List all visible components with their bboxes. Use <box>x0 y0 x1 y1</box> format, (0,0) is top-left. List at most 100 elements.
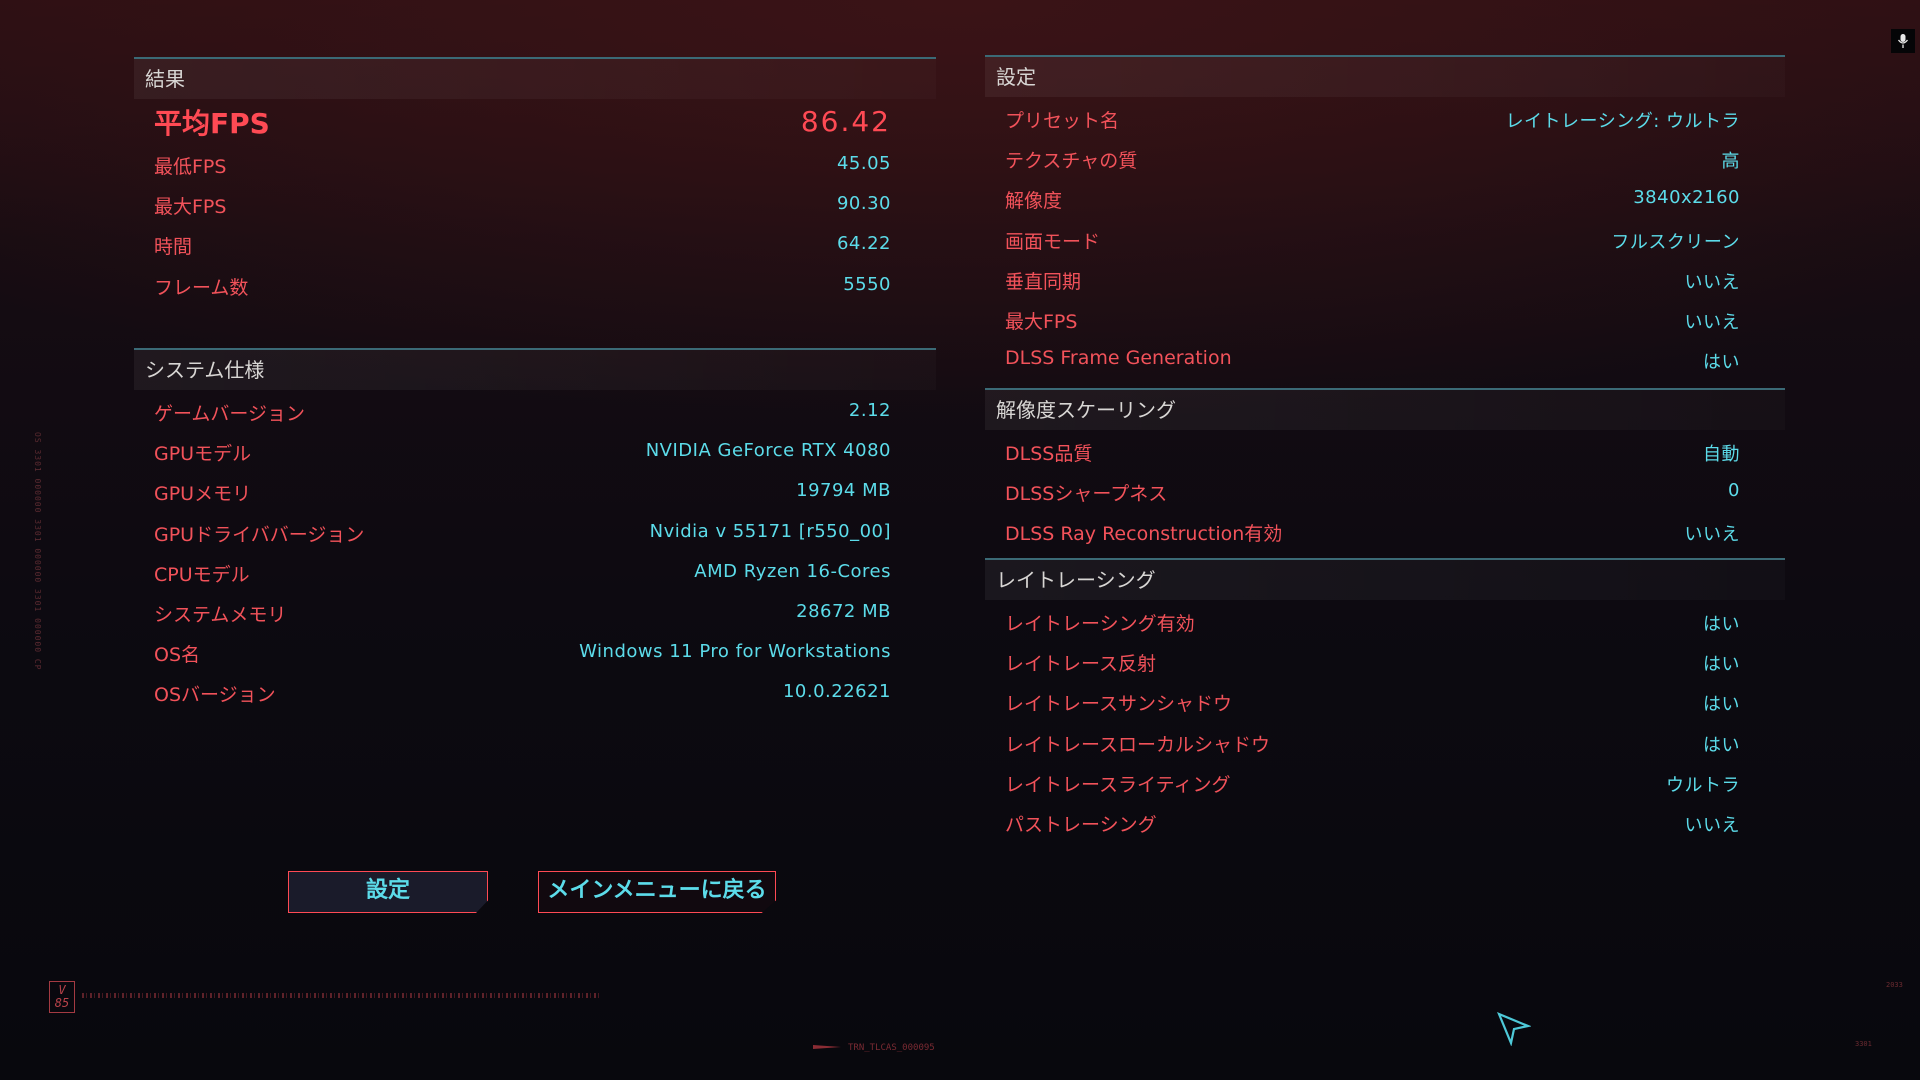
raytracing-row: レイトレース反射 はい <box>985 641 1785 681</box>
raytracing-row-value: いいえ <box>1684 814 1740 836</box>
settings-row-value: 3840x2160 <box>1633 187 1740 209</box>
side-hud-code: OS 3301 000000 3301 000000 3301 000000 C… <box>33 432 42 671</box>
raytracing-row-label: レイトレースライティング <box>1005 773 1231 796</box>
system-row-label: GPUドライババージョン <box>154 523 365 546</box>
resolution-scaling-panel: 解像度スケーリング DLSS品質 自動 DLSSシャープネス 0 DLSS Ra… <box>985 388 1785 553</box>
settings-row-value: 高 <box>1721 151 1740 173</box>
raytracing-row-label: レイトレースサンシャドウ <box>1005 693 1233 716</box>
scaling-row-label: DLSS Ray Reconstruction有効 <box>1005 523 1283 546</box>
settings-row: DLSS Frame Generation はい <box>985 339 1785 379</box>
raytracing-row-value: はい <box>1703 614 1740 635</box>
raytracing-row: パストレーシング いいえ <box>985 802 1785 842</box>
system-row: システムメモリ 28672 MB <box>134 592 936 632</box>
results-row-label: フレーム数 <box>154 276 249 299</box>
system-row: GPUメモリ 19794 MB <box>134 471 936 511</box>
raytracing-row-label: レイトレースローカルシャドウ <box>1005 733 1271 756</box>
scaling-row-value: 0 <box>1728 480 1740 502</box>
system-row-label: CPUモデル <box>154 563 250 586</box>
bottom-arrow-icon <box>813 1045 841 1049</box>
system-row-value: AMD Ryzen 16-Cores <box>694 560 891 582</box>
settings-button[interactable]: 設定 <box>288 871 488 913</box>
settings-row-label: プリセット名 <box>1005 110 1120 132</box>
raytracing-row-value: はい <box>1703 654 1740 676</box>
results-row-value: 64.22 <box>836 233 891 255</box>
raytracing-panel: レイトレーシング レイトレーシング有効 はい レイトレース反射 はい レイトレー… <box>985 558 1785 848</box>
results-row-label: 時間 <box>154 236 193 259</box>
bottom-hud-code: TRN_TLCAS_000095 <box>848 1043 935 1053</box>
system-row-value: 28672 MB <box>796 600 891 622</box>
system-row-value: Nvidia v 55171 [r550_00] <box>649 520 891 542</box>
results-row: 時間 64.22 <box>134 224 936 264</box>
results-row: フレーム数 5550 <box>134 265 936 305</box>
settings-row-value: いいえ <box>1684 271 1740 293</box>
raytracing-row: レイトレースライティング ウルトラ <box>985 762 1785 802</box>
raytracing-row-value: はい <box>1703 734 1740 756</box>
system-row-label: OS名 <box>154 644 201 667</box>
settings-row-label: テクスチャの質 <box>1005 150 1138 173</box>
corner-code-bottom: 3301 <box>1855 1040 1872 1048</box>
raytracing-row-value: はい <box>1703 694 1740 716</box>
avg-fps-value: 86.42 <box>800 105 891 138</box>
results-row-label: 最大FPS <box>154 196 227 219</box>
results-row: 最低FPS 45.05 <box>134 144 936 184</box>
avg-fps-row: 平均FPS 86.42 <box>134 100 936 144</box>
settings-row-label: 最大FPS <box>1005 310 1078 333</box>
results-row-value: 90.30 <box>836 193 891 215</box>
system-row: CPUモデル AMD Ryzen 16-Cores <box>134 552 936 592</box>
scaling-row-value: いいえ <box>1684 524 1740 546</box>
corner-code-top: 2033 <box>1886 981 1903 989</box>
settings-row: プリセット名 レイトレーシング: ウルトラ <box>985 98 1785 138</box>
system-row-label: OSバージョン <box>154 684 276 707</box>
microphone-icon <box>1891 29 1915 53</box>
results-row-value: 5550 <box>843 273 891 295</box>
scaling-row: DLSSシャープネス 0 <box>985 471 1785 511</box>
results-row-value: 45.05 <box>836 153 891 174</box>
settings-row-value: はい <box>1703 352 1740 374</box>
arrow-cursor-icon <box>1496 1011 1532 1047</box>
raytracing-row: レイトレースローカルシャドウ はい <box>985 722 1785 762</box>
system-row: OSバージョン 10.0.22621 <box>134 672 936 712</box>
avg-fps-label: 平均FPS <box>154 107 270 140</box>
system-row: ゲームバージョン 2.12 <box>134 391 936 431</box>
settings-row-label: 解像度 <box>1005 190 1063 213</box>
settings-row: 解像度 3840x2160 <box>985 178 1785 218</box>
raytracing-row: レイトレーシング有効 はい <box>985 601 1785 641</box>
scaling-row: DLSS品質 自動 <box>985 431 1785 471</box>
system-row-value: 10.0.22621 <box>782 681 891 703</box>
system-row-value: 19794 MB <box>796 480 891 502</box>
raytracing-row-label: パストレーシング <box>1005 813 1157 836</box>
scaling-row-label: DLSS品質 <box>1005 443 1093 465</box>
raytracing-row-label: レイトレース反射 <box>1005 653 1157 676</box>
settings-row-label: DLSS Frame Generation <box>1005 347 1232 370</box>
resolution-scaling-header: 解像度スケーリング <box>985 388 1785 430</box>
raytracing-row-label: レイトレーシング有効 <box>1005 613 1195 635</box>
scaling-row: DLSS Ray Reconstruction有効 いいえ <box>985 511 1785 551</box>
settings-row: 画面モード フルスクリーン <box>985 219 1785 259</box>
raytracing-header: レイトレーシング <box>985 558 1785 600</box>
system-row-label: システムメモリ <box>154 603 287 626</box>
system-row: GPUモデル NVIDIA GeForce RTX 4080 <box>134 431 936 471</box>
hud-noise-line <box>82 993 602 998</box>
scaling-row-label: DLSSシャープネス <box>1005 483 1168 506</box>
system-specs-header: システム仕様 <box>134 348 936 390</box>
results-row: 最大FPS 90.30 <box>134 184 936 224</box>
raytracing-row: レイトレースサンシャドウ はい <box>985 681 1785 721</box>
system-row-label: GPUメモリ <box>154 483 252 506</box>
settings-panel: 設定 プリセット名 レイトレーシング: ウルトラ テクスチャの質 高 解像度 3… <box>985 55 1785 375</box>
system-row-value: 2.12 <box>848 400 891 421</box>
system-row-label: ゲームバージョン <box>154 403 306 425</box>
raytracing-row-value: ウルトラ <box>1666 774 1740 796</box>
settings-row: テクスチャの質 高 <box>985 138 1785 178</box>
system-row-value: Windows 11 Pro for Workstations <box>579 641 891 663</box>
results-panel: 結果 平均FPS 86.42 最低FPS 45.05 最大FPS 90.30 時… <box>134 57 936 337</box>
return-to-main-menu-button[interactable]: メインメニューに戻る <box>538 871 776 913</box>
settings-row: 最大FPS いいえ <box>985 299 1785 339</box>
settings-header: 設定 <box>985 55 1785 97</box>
settings-row-label: 垂直同期 <box>1005 270 1082 293</box>
scaling-row-value: 自動 <box>1703 444 1740 465</box>
results-header: 結果 <box>134 57 936 99</box>
system-row-label: GPUモデル <box>154 443 252 466</box>
settings-row-value: フルスクリーン <box>1611 231 1740 253</box>
system-specs-panel: システム仕様 ゲームバージョン 2.12 GPUモデル NVIDIA GeFor… <box>134 348 936 718</box>
settings-row: 垂直同期 いいえ <box>985 259 1785 299</box>
